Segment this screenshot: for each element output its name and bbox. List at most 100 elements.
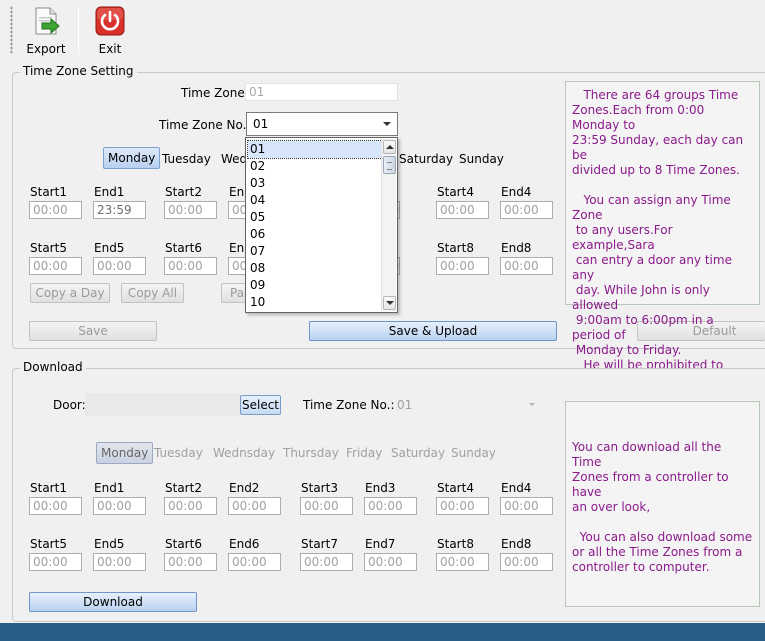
scroll-thumb[interactable] xyxy=(383,156,396,174)
start6-field[interactable]: 00:00 xyxy=(164,257,217,275)
dropdown-item[interactable]: 07 xyxy=(248,243,382,260)
paste-button[interactable]: Pa xyxy=(221,283,247,303)
start1-label: Start1 xyxy=(30,185,67,199)
start4-field[interactable]: 00:00 xyxy=(436,201,489,219)
start2-field[interactable]: 00:00 xyxy=(164,201,217,219)
dl-start4-label: Start4 xyxy=(437,481,474,495)
download-tab-monday[interactable]: Monday xyxy=(96,442,154,464)
scroll-up-icon[interactable] xyxy=(383,140,396,154)
save-upload-button[interactable]: Save & Upload xyxy=(309,321,557,341)
dl-end1-field[interactable]: 00:00 xyxy=(93,497,146,515)
end1-field[interactable]: 23:59 xyxy=(93,201,146,219)
select-button[interactable]: Select xyxy=(240,395,281,415)
dl-start3-label: Start3 xyxy=(301,481,338,495)
door-field[interactable] xyxy=(85,393,240,416)
dropdown-item[interactable]: 01 xyxy=(247,140,383,159)
tab-tuesday[interactable]: Tuesday xyxy=(162,152,211,166)
dropdown-item[interactable]: 03 xyxy=(248,175,382,192)
download-tab-tuesday[interactable]: Tuesday xyxy=(154,446,203,460)
dl-start4-field[interactable]: 00:00 xyxy=(436,497,489,515)
download-tz-no-combo[interactable]: 01 xyxy=(393,395,541,415)
download-tz-no-label: Time Zone No.: xyxy=(303,398,395,412)
tab-monday[interactable]: Monday xyxy=(103,147,161,169)
dl-end2-field[interactable]: 00:00 xyxy=(228,497,281,515)
time-zone-field[interactable]: 01 xyxy=(245,83,398,101)
export-label: Export xyxy=(26,42,66,56)
start5-field[interactable]: 00:00 xyxy=(29,257,82,275)
start2-label: Start2 xyxy=(165,185,202,199)
dl-end5-label: End5 xyxy=(94,537,125,551)
dl-end8-field[interactable]: 00:00 xyxy=(500,553,553,571)
time-zone-no-dropdown: 01 02 03 04 05 06 07 08 09 10 xyxy=(245,137,398,313)
dl-end3-field[interactable]: 00:00 xyxy=(364,497,417,515)
dl-start2-label: Start2 xyxy=(165,481,202,495)
dl-end5-field[interactable]: 00:00 xyxy=(93,553,146,571)
download-tab-thursday[interactable]: Thursday xyxy=(283,446,339,460)
dropdown-item[interactable]: 05 xyxy=(248,209,382,226)
download-tab-saturday[interactable]: Saturday xyxy=(391,446,445,460)
end8-field[interactable]: 00:00 xyxy=(500,257,553,275)
dl-start7-label: Start7 xyxy=(301,537,338,551)
time-zone-no-combo[interactable]: 01 xyxy=(246,112,398,136)
dl-end7-label: End7 xyxy=(365,537,396,551)
dl-start7-field[interactable]: 00:00 xyxy=(300,553,353,571)
dl-start1-field[interactable]: 00:00 xyxy=(29,497,82,515)
start1-field[interactable]: 00:00 xyxy=(29,201,82,219)
dl-end6-field[interactable]: 00:00 xyxy=(228,553,281,571)
exit-label: Exit xyxy=(98,42,122,56)
dl-end7-field[interactable]: 00:00 xyxy=(364,553,417,571)
end4-field[interactable]: 00:00 xyxy=(500,201,553,219)
dl-start8-label: Start8 xyxy=(437,537,474,551)
export-button[interactable]: Export xyxy=(16,4,76,58)
end2-label: En xyxy=(229,185,245,199)
end4-label: End4 xyxy=(501,185,532,199)
end6-label: En xyxy=(229,241,245,255)
dropdown-item[interactable]: 04 xyxy=(248,192,382,209)
toolbar-grip[interactable] xyxy=(10,6,13,54)
end5-field[interactable]: 00:00 xyxy=(93,257,146,275)
door-label: Door: xyxy=(53,398,86,412)
dropdown-item[interactable]: 10 xyxy=(248,294,382,311)
start8-field[interactable]: 00:00 xyxy=(436,257,489,275)
end1-label: End1 xyxy=(94,185,125,199)
toolbar-separator xyxy=(78,8,79,54)
download-tab-friday[interactable]: Friday xyxy=(346,446,382,460)
status-bar xyxy=(0,623,765,641)
scroll-down-icon[interactable] xyxy=(383,296,396,310)
tab-saturday[interactable]: Saturday xyxy=(399,152,453,166)
dropdown-item[interactable]: 06 xyxy=(248,226,382,243)
dropdown-item[interactable]: 08 xyxy=(248,260,382,277)
start4-label: Start4 xyxy=(437,185,474,199)
copy-day-button[interactable]: Copy a Day xyxy=(30,283,110,303)
time-zone-label: Time Zone: xyxy=(181,86,249,100)
exit-button[interactable]: Exit xyxy=(80,4,140,58)
start6-label: Start6 xyxy=(165,241,202,255)
chevron-down-icon[interactable] xyxy=(383,122,391,126)
export-icon xyxy=(35,7,60,35)
start8-label: Start8 xyxy=(437,241,474,255)
time-zone-no-value: 01 xyxy=(253,117,269,131)
dropdown-item[interactable]: 02 xyxy=(248,158,382,175)
dl-start5-field[interactable]: 00:00 xyxy=(29,553,82,571)
dl-start2-field[interactable]: 00:00 xyxy=(164,497,217,515)
power-icon xyxy=(95,6,125,36)
download-button[interactable]: Download xyxy=(29,592,197,612)
dl-start6-label: Start6 xyxy=(165,537,202,551)
dl-end4-field[interactable]: 00:00 xyxy=(500,497,553,515)
download-tab-wednesday[interactable]: Wednsday xyxy=(213,446,275,460)
time-zone-setting-info: There are 64 groups Time Zones.Each from… xyxy=(565,81,760,402)
copy-all-button[interactable]: Copy All xyxy=(121,283,184,303)
dl-start8-field[interactable]: 00:00 xyxy=(436,553,489,571)
tab-sunday[interactable]: Sunday xyxy=(459,152,504,166)
dl-start3-field[interactable]: 00:00 xyxy=(300,497,353,515)
dl-start6-field[interactable]: 00:00 xyxy=(164,553,217,571)
dropdown-scrollbar[interactable] xyxy=(381,139,396,311)
dl-end2-label: End2 xyxy=(229,481,260,495)
time-zone-setting-legend: Time Zone Setting xyxy=(20,64,137,78)
dl-end3-label: End3 xyxy=(365,481,396,495)
dropdown-item[interactable]: 09 xyxy=(248,277,382,294)
chevron-down-icon[interactable] xyxy=(529,403,535,406)
start5-label: Start5 xyxy=(30,241,67,255)
save-button[interactable]: Save xyxy=(29,321,157,341)
download-tab-sunday[interactable]: Sunday xyxy=(451,446,496,460)
